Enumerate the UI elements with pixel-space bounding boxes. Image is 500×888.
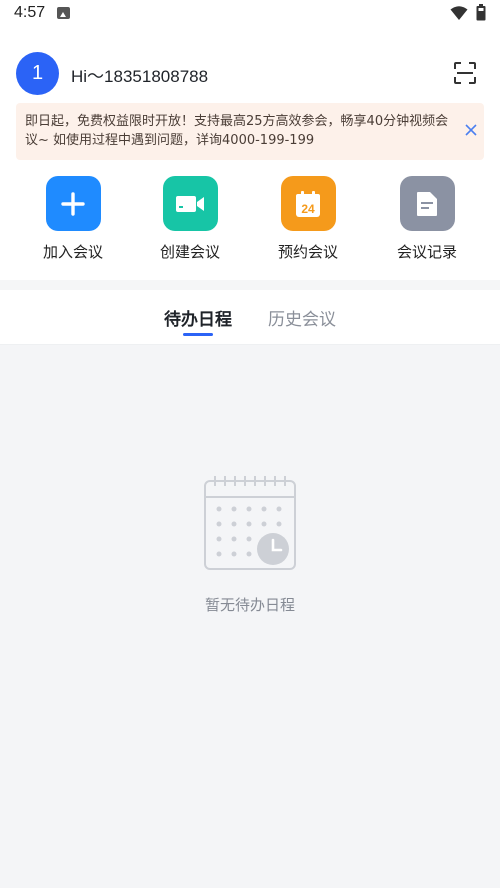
empty-state-text: 暂无待办日程 — [204, 596, 295, 614]
video-camera-icon — [162, 176, 218, 231]
status-indicators — [450, 4, 486, 21]
empty-calendar-icon — [204, 476, 296, 570]
calendar-badge-text: 24 — [301, 202, 315, 216]
header: 1 Hi～18351808788 — [0, 46, 500, 100]
join-meeting-button[interactable]: 加入会议 — [18, 176, 128, 262]
tab-pending-schedule[interactable]: 待办日程 — [164, 305, 232, 330]
status-bar: 4:57 — [0, 0, 500, 26]
greeting-text: Hi～18351808788 — [71, 67, 209, 86]
scan-icon[interactable] — [454, 62, 476, 84]
active-tab-indicator — [183, 333, 213, 336]
meeting-records-button[interactable]: 会议记录 — [372, 176, 482, 262]
schedule-meeting-button[interactable]: 24 预约会议 — [253, 176, 363, 262]
create-meeting-button[interactable]: 创建会议 — [135, 176, 245, 262]
notice-text: 即日起，免费权益限时开放！支持最高25方高效参会，畅享40分钟视频会议~ 如使用… — [25, 114, 449, 148]
calendar-24-icon: 24 — [280, 176, 336, 231]
wifi-icon — [450, 5, 468, 20]
notice-banner: 即日起，免费权益限时开放！支持最高25方高效参会，畅享40分钟视频会议~ 如使用… — [16, 103, 484, 160]
tab-meeting-history[interactable]: 历史会议 — [268, 305, 336, 330]
document-icon — [399, 176, 455, 231]
schedule-tabs: 待办日程 历史会议 — [0, 290, 500, 345]
meeting-records-label: 会议记录 — [396, 243, 457, 261]
battery-icon — [476, 4, 486, 21]
close-icon[interactable] — [464, 123, 478, 137]
section-divider — [0, 280, 500, 290]
status-time: 4:57 — [14, 4, 46, 21]
image-notification-icon — [57, 7, 71, 19]
avatar[interactable]: 1 — [16, 52, 59, 95]
quick-actions: 加入会议 创建会议 24 预约会议 会议记录 — [0, 168, 500, 278]
plus-icon — [45, 176, 101, 231]
join-meeting-label: 加入会议 — [42, 243, 103, 261]
create-meeting-label: 创建会议 — [159, 243, 220, 261]
schedule-meeting-label: 预约会议 — [277, 243, 338, 261]
schedule-content: 暂无待办日程 — [0, 345, 500, 888]
